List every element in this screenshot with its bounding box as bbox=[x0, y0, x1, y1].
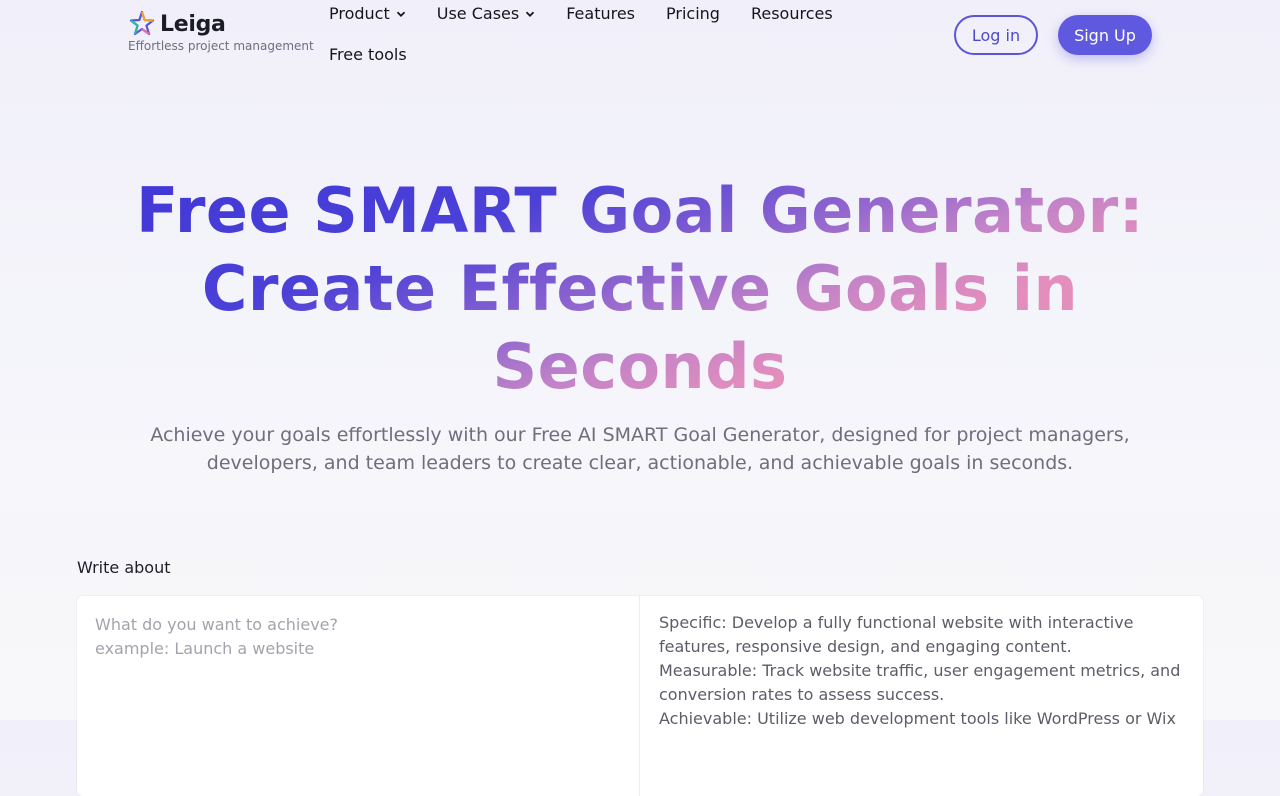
goal-generator-card: Specific: Develop a fully functional web… bbox=[77, 596, 1203, 796]
top-navigation: Leiga Effortless project management Prod… bbox=[0, 0, 1280, 80]
goal-input[interactable] bbox=[95, 613, 621, 779]
nav-item-label: Features bbox=[566, 4, 636, 23]
nav-item-product[interactable]: Product bbox=[329, 0, 406, 27]
nav-item-features[interactable]: Features bbox=[566, 0, 635, 27]
title-line-2: Create Effective Goals in bbox=[201, 252, 1079, 325]
brand-tagline: Effortless project management bbox=[128, 39, 314, 53]
login-button[interactable]: Log in bbox=[954, 15, 1038, 55]
leiga-logo-icon bbox=[129, 10, 155, 36]
main-menu: Product Use Cases Features Pricing Resou… bbox=[329, 0, 869, 68]
write-about-label: Write about bbox=[77, 558, 171, 577]
nav-item-label: Resources bbox=[750, 4, 833, 23]
output-measurable: Measurable: Track website traffic, user … bbox=[659, 661, 1181, 704]
input-pane bbox=[77, 596, 640, 796]
nav-item-label: Free tools bbox=[329, 45, 407, 64]
nav-item-free-tools[interactable]: Free tools bbox=[329, 41, 407, 68]
nav-item-label: Product bbox=[329, 4, 390, 23]
title-line-1: Free SMART Goal Generator: bbox=[135, 174, 1145, 247]
output-specific: Specific: Develop a fully functional web… bbox=[659, 613, 1134, 656]
output-pane: Specific: Develop a fully functional web… bbox=[640, 596, 1203, 796]
chevron-down-icon bbox=[526, 11, 535, 17]
brand-name: Leiga bbox=[160, 11, 226, 37]
signup-button[interactable]: Sign Up bbox=[1058, 15, 1152, 55]
output-achievable: Achievable: Utilize web development tool… bbox=[659, 709, 1176, 728]
page-title: Free SMART Goal Generator: Create Effect… bbox=[100, 172, 1180, 406]
title-line-3: Seconds bbox=[492, 330, 788, 403]
nav-item-pricing[interactable]: Pricing bbox=[666, 0, 720, 27]
nav-item-resources[interactable]: Resources bbox=[751, 0, 833, 27]
nav-item-use-cases[interactable]: Use Cases bbox=[437, 0, 535, 27]
page-subtitle: Achieve your goals effortlessly with our… bbox=[150, 424, 1130, 474]
logo[interactable]: Leiga bbox=[128, 10, 314, 38]
nav-item-label: Pricing bbox=[666, 4, 720, 23]
brand[interactable]: Leiga Effortless project management bbox=[128, 10, 314, 53]
chevron-down-icon bbox=[396, 11, 405, 17]
nav-item-label: Use Cases bbox=[436, 4, 520, 23]
